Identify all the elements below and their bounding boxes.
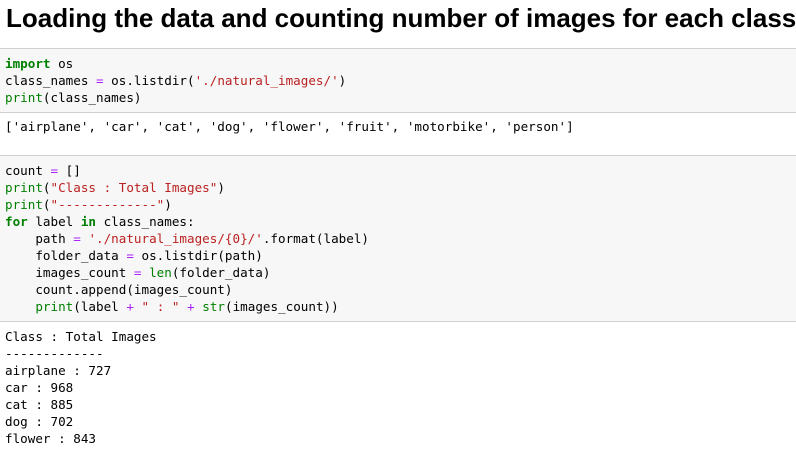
operator: + bbox=[126, 299, 134, 314]
code-text: class_names: bbox=[96, 214, 195, 229]
output-cell-1: ['airplane', 'car', 'cat', 'dog', 'flowe… bbox=[0, 118, 796, 154]
builtin: str bbox=[202, 299, 225, 314]
code-line: import os bbox=[0, 55, 796, 72]
string-literal: './natural_images/' bbox=[194, 73, 339, 88]
keyword: import bbox=[5, 56, 51, 71]
builtin: print bbox=[5, 180, 43, 195]
string-literal: " : " bbox=[141, 299, 180, 314]
builtin: print bbox=[35, 299, 74, 314]
output-line: dog : 702 bbox=[5, 414, 74, 429]
code-text: ( bbox=[42, 180, 51, 195]
output-line: Class : Total Images bbox=[5, 329, 157, 344]
operator: = bbox=[133, 265, 142, 280]
code-line: print(class_names) bbox=[0, 89, 796, 106]
output-line: airplane : 727 bbox=[5, 363, 112, 378]
builtin: len bbox=[149, 265, 172, 280]
code-text: os.listdir(path) bbox=[133, 248, 263, 263]
code-cell-2[interactable]: count = [] print("Class : Total Images")… bbox=[0, 155, 796, 322]
section-heading: Loading the data and counting number of … bbox=[6, 3, 796, 33]
code-text: ) bbox=[217, 180, 225, 195]
code-text: .format(label) bbox=[262, 231, 369, 246]
output-line: flower : 843 bbox=[5, 431, 96, 446]
code-text: ) bbox=[164, 197, 172, 212]
builtin: print bbox=[5, 90, 43, 105]
code-line: print("Class : Total Images") bbox=[0, 179, 796, 196]
builtin: print bbox=[5, 197, 43, 212]
code-cell-1[interactable]: import os class_names = os.listdir('./na… bbox=[0, 48, 796, 113]
code-line: images_count = len(folder_data) bbox=[0, 264, 796, 281]
string-literal: "-------------" bbox=[50, 197, 165, 212]
keyword: in bbox=[80, 214, 96, 229]
operator: = bbox=[50, 163, 59, 178]
string-literal: './natural_images/{0}/' bbox=[88, 231, 263, 246]
code-line: print("-------------") bbox=[0, 196, 796, 213]
code-text: (folder_data) bbox=[171, 265, 271, 280]
code-text: folder_data bbox=[5, 248, 127, 263]
code-text: (label bbox=[73, 299, 127, 314]
output-line: ['airplane', 'car', 'cat', 'dog', 'flowe… bbox=[5, 119, 574, 134]
output-line: car : 968 bbox=[5, 380, 74, 395]
code-text: count.append(images_count) bbox=[5, 282, 233, 297]
code-line: for label in class_names: bbox=[0, 213, 796, 230]
code-line: print(label + " : " + str(images_count)) bbox=[0, 298, 796, 315]
code-text: (images_count)) bbox=[224, 299, 339, 314]
operator: + bbox=[187, 299, 195, 314]
code-text: ( bbox=[42, 197, 51, 212]
code-text: images_count bbox=[5, 265, 134, 280]
code-line: path = './natural_images/{0}/'.format(la… bbox=[0, 230, 796, 247]
operator: = bbox=[96, 73, 104, 88]
output-cell-2: Class : Total Images ------------- airpl… bbox=[0, 328, 796, 450]
code-text: ) bbox=[338, 73, 347, 88]
code-text: class_names bbox=[5, 73, 96, 88]
code-line: count.append(images_count) bbox=[0, 281, 796, 298]
code-line: class_names = os.listdir('./natural_imag… bbox=[0, 72, 796, 89]
code-text: count bbox=[5, 163, 51, 178]
code-line: count = [] bbox=[0, 162, 796, 179]
code-text: path bbox=[5, 231, 74, 246]
code-text: [] bbox=[58, 163, 81, 178]
string-literal: "Class : Total Images" bbox=[50, 180, 218, 195]
output-line: cat : 885 bbox=[5, 397, 74, 412]
operator: = bbox=[73, 231, 81, 246]
code-line: folder_data = os.listdir(path) bbox=[0, 247, 796, 264]
keyword: for bbox=[5, 214, 28, 229]
operator: = bbox=[126, 248, 134, 263]
code-text: label bbox=[27, 214, 81, 229]
output-line: ------------- bbox=[5, 346, 104, 361]
code-text: os bbox=[50, 56, 74, 71]
code-text: (class_names) bbox=[42, 90, 142, 105]
code-text: os.listdir( bbox=[103, 73, 195, 88]
